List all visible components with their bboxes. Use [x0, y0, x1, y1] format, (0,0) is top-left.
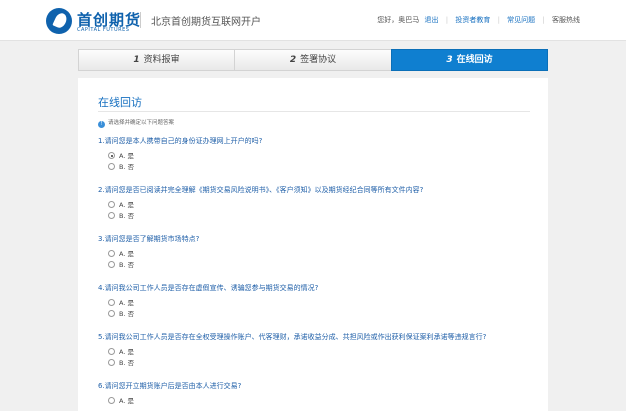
question-3: 3.请问您是否了解期货市场特点? A. 是 B. 否 — [98, 234, 538, 269]
q2-option-b[interactable]: B. 否 — [108, 212, 134, 221]
option-label: B. 否 — [119, 310, 135, 318]
step-number: 2 — [289, 55, 297, 65]
step-sign-agreement[interactable]: 2 签署协议 — [234, 49, 392, 71]
radio-button[interactable] — [108, 250, 115, 257]
top-nav: 您好，奥巴马 退出 | 投资者教育 | 常见问题 | 客服热线 — [377, 15, 580, 25]
radio-button[interactable] — [108, 212, 115, 219]
option-label: B. 否 — [119, 212, 135, 220]
capital-futures-logo[interactable]: 首创期货 CAPITAL FUTURES — [46, 8, 154, 34]
user-greeting: 您好，奥巴马 — [377, 16, 420, 24]
site-title: 北京首创期货互联网开户 — [151, 17, 261, 28]
radio-button[interactable] — [108, 397, 115, 404]
question-text: 6.请问您开立期货账户后是否由本人进行交易? — [98, 382, 242, 390]
hint-text: 请选择并确定以下问题答案 — [108, 120, 175, 126]
q1-option-b[interactable]: B. 否 — [108, 163, 134, 172]
q3-option-a[interactable]: A. 是 — [108, 250, 134, 259]
option-label: A. 是 — [119, 201, 134, 209]
question-4: 4.请问我公司工作人员是否存在虚假宣传、诱骗您参与期货交易的情况? A. 是 B… — [98, 283, 538, 318]
logo-text-en: CAPITAL FUTURES — [77, 27, 130, 33]
option-label: A. 是 — [119, 250, 134, 258]
question-text: 1.请问您是本人携带自己的身份证办理网上开户的吗? — [98, 137, 263, 145]
step-online-callback[interactable]: 3 在线回访 — [391, 49, 548, 71]
nav-separator: | — [445, 16, 449, 24]
step-label: 签署协议 — [300, 55, 337, 65]
step-number: 3 — [446, 55, 453, 65]
question-5: 5.请问我公司工作人员是否存在全权受理操作账户、代客理财，承诺收益分成、共担风险… — [98, 332, 538, 367]
q2-option-a[interactable]: A. 是 — [108, 201, 134, 210]
q5-option-a[interactable]: A. 是 — [108, 348, 134, 357]
question-text: 3.请问您是否了解期货市场特点? — [98, 235, 200, 243]
top-header: 首创期货 CAPITAL FUTURES 北京首创期货互联网开户 您好，奥巴马 … — [0, 0, 626, 41]
option-label: B. 否 — [119, 359, 135, 367]
page-title: 在线回访 — [98, 96, 142, 109]
q6-option-a[interactable]: A. 是 — [108, 397, 134, 406]
q3-option-b[interactable]: B. 否 — [108, 261, 134, 270]
radio-button[interactable] — [108, 348, 115, 355]
question-text: 2.请问您是否已阅读并完全理解《期货交易风险说明书》、《客户须知》以及期货经纪合… — [98, 186, 424, 194]
investor-education-link[interactable]: 投资者教育 — [455, 15, 490, 25]
option-label: A. 是 — [119, 348, 134, 356]
radio-button[interactable] — [108, 163, 115, 170]
option-label: B. 否 — [119, 261, 135, 269]
step-number: 1 — [133, 55, 140, 65]
nav-separator: | — [542, 16, 545, 24]
info-icon: ! — [98, 121, 105, 128]
q5-option-b[interactable]: B. 否 — [108, 359, 134, 368]
radio-button[interactable] — [108, 201, 115, 208]
q1-option-a[interactable]: A. 是 — [108, 152, 134, 161]
question-2: 2.请问您是否已阅读并完全理解《期货交易风险说明书》、《客户须知》以及期货经纪合… — [98, 185, 538, 220]
nav-separator: | — [497, 16, 500, 24]
radio-button-checked[interactable] — [108, 152, 115, 159]
question-text: 5.请问我公司工作人员是否存在全权受理操作账户、代客理财，承诺收益分成、共担风险… — [98, 333, 487, 341]
callback-form-card: 在线回访 ! 请选择并确定以下问题答案 1.请问您是本人携带自己的身份证办理网上开… — [78, 78, 548, 411]
radio-button[interactable] — [108, 299, 115, 306]
option-label: A. 是 — [119, 299, 134, 307]
radio-button[interactable] — [108, 359, 115, 366]
question-6: 6.请问您开立期货账户后是否由本人进行交易? A. 是 — [98, 381, 538, 405]
question-1: 1.请问您是本人携带自己的身份证办理网上开户的吗? A. 是 B. 否 — [98, 136, 538, 171]
progress-steps: 1 资料报审 2 签署协议 3 在线回访 — [78, 49, 548, 71]
radio-button[interactable] — [108, 261, 115, 268]
faq-link[interactable]: 常见问题 — [507, 15, 535, 25]
q4-option-b[interactable]: B. 否 — [108, 310, 134, 319]
hotline-link[interactable]: 客服热线 — [552, 15, 580, 25]
option-label: B. 否 — [119, 163, 135, 171]
question-text: 4.请问我公司工作人员是否存在虚假宣传、诱骗您参与期货交易的情况? — [98, 284, 319, 292]
instruction-hint: ! 请选择并确定以下问题答案 — [98, 118, 174, 128]
step-label: 在线回访 — [456, 55, 493, 65]
option-label: A. 是 — [119, 397, 134, 405]
header-divider — [140, 12, 141, 28]
step-review-info[interactable]: 1 资料报审 — [78, 49, 235, 71]
option-label: A. 是 — [119, 152, 134, 160]
logout-link[interactable]: 退出 — [425, 15, 439, 25]
q4-option-a[interactable]: A. 是 — [108, 299, 134, 308]
step-label: 资料报审 — [143, 55, 180, 65]
radio-button[interactable] — [108, 310, 115, 317]
title-divider — [98, 111, 530, 112]
logo-mark-icon — [46, 8, 72, 34]
